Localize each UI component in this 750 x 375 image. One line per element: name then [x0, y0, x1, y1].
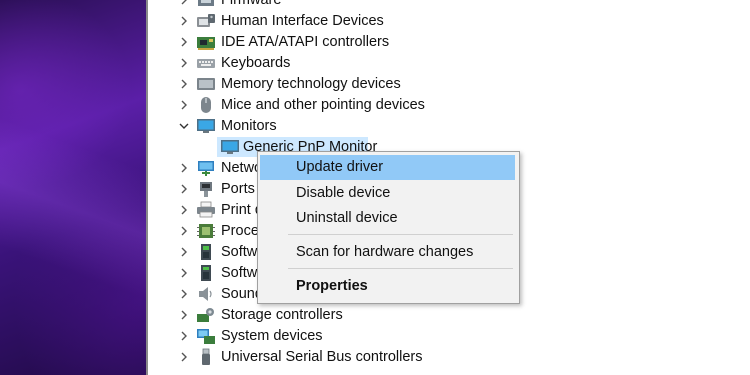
- printer-icon: [196, 201, 216, 219]
- chevron-right-icon[interactable]: [178, 287, 190, 301]
- tree-item-label: Keyboards: [221, 55, 291, 71]
- tree-item-label: Softw: [221, 244, 258, 260]
- usb-icon: [196, 348, 216, 366]
- hid-icon: [196, 12, 216, 30]
- tree-item-label: Ports: [221, 181, 255, 197]
- menu-item-label: Uninstall device: [296, 210, 398, 226]
- chevron-right-icon[interactable]: [178, 329, 190, 343]
- menu-item-uninstall-device[interactable]: Uninstall device: [260, 206, 515, 231]
- context-menu: Update driver Disable device Uninstall d…: [257, 151, 520, 304]
- chevron-right-icon[interactable]: [178, 203, 190, 217]
- storage-controller-icon: [196, 306, 216, 324]
- screen: Firmware Human Interface Devices IDE ATA…: [0, 0, 750, 375]
- desktop-wallpaper: [0, 0, 148, 375]
- tree-item-label: System devices: [221, 328, 323, 344]
- chevron-right-icon[interactable]: [178, 77, 190, 91]
- memory-device-icon: [196, 75, 216, 93]
- tree-item-label: Storage controllers: [221, 307, 343, 323]
- chevron-right-icon[interactable]: [178, 245, 190, 259]
- chevron-right-icon[interactable]: [178, 182, 190, 196]
- chevron-right-icon[interactable]: [178, 14, 190, 28]
- tree-item-monitors[interactable]: Monitors: [148, 116, 750, 137]
- ide-controller-icon: [196, 33, 216, 51]
- menu-item-label: Update driver: [296, 159, 384, 175]
- tree-item-label: Monitors: [221, 118, 277, 134]
- tree-item-label: Softw: [221, 265, 258, 281]
- tree-item-label: IDE ATA/ATAPI controllers: [221, 34, 390, 50]
- mouse-icon: [196, 96, 216, 114]
- tree-item-system-devices[interactable]: System devices: [148, 326, 750, 347]
- tree-item-memory-technology-devices[interactable]: Memory technology devices: [148, 74, 750, 95]
- menu-item-label: Scan for hardware changes: [296, 244, 474, 260]
- tree-item-universal-serial-bus-controllers[interactable]: Universal Serial Bus controllers: [148, 347, 750, 368]
- menu-item-label: Disable device: [296, 185, 391, 201]
- tree-item-label: Mice and other pointing devices: [221, 97, 425, 113]
- chevron-right-icon[interactable]: [178, 224, 190, 238]
- monitor-icon: [196, 117, 216, 135]
- tree-item-label: Memory technology devices: [221, 76, 401, 92]
- chevron-right-icon[interactable]: [178, 35, 190, 49]
- tree-item-label: Proce: [221, 223, 259, 239]
- chevron-right-icon[interactable]: [178, 56, 190, 70]
- menu-item-update-driver[interactable]: Update driver: [260, 155, 515, 180]
- processor-icon: [196, 222, 216, 240]
- menu-separator: [288, 268, 513, 269]
- chevron-right-icon[interactable]: [178, 0, 190, 7]
- software-device-icon: [196, 264, 216, 282]
- menu-item-scan-for-hardware-changes[interactable]: Scan for hardware changes: [260, 240, 515, 265]
- tree-item-keyboards[interactable]: Keyboards: [148, 53, 750, 74]
- sound-icon: [196, 285, 216, 303]
- chevron-right-icon[interactable]: [178, 98, 190, 112]
- tree-item-firmware[interactable]: Firmware: [148, 0, 750, 11]
- tree-item-human-interface-devices[interactable]: Human Interface Devices: [148, 11, 750, 32]
- ports-icon: [196, 180, 216, 198]
- chevron-down-icon[interactable]: [178, 119, 190, 133]
- menu-separator: [288, 234, 513, 235]
- chevron-right-icon[interactable]: [178, 161, 190, 175]
- keyboard-icon: [196, 54, 216, 72]
- menu-item-disable-device[interactable]: Disable device: [260, 181, 515, 206]
- chevron-right-icon[interactable]: [178, 350, 190, 364]
- monitor-icon: [220, 139, 240, 155]
- menu-item-properties[interactable]: Properties: [260, 274, 515, 299]
- tree-item-label: Netwo: [221, 160, 263, 176]
- firmware-icon: [196, 0, 216, 9]
- tree-item-mice-and-other-pointing-devices[interactable]: Mice and other pointing devices: [148, 95, 750, 116]
- chevron-right-icon[interactable]: [178, 308, 190, 322]
- menu-item-label: Properties: [296, 278, 368, 294]
- system-devices-icon: [196, 327, 216, 345]
- tree-item-ide-ata-atapi-controllers[interactable]: IDE ATA/ATAPI controllers: [148, 32, 750, 53]
- tree-item-storage-controllers[interactable]: Storage controllers: [148, 305, 750, 326]
- tree-item-label: Firmware: [221, 0, 282, 8]
- software-component-icon: [196, 243, 216, 261]
- chevron-right-icon[interactable]: [178, 266, 190, 280]
- tree-item-label: Universal Serial Bus controllers: [221, 349, 423, 365]
- network-icon: [196, 159, 216, 177]
- tree-item-label: Human Interface Devices: [221, 13, 384, 29]
